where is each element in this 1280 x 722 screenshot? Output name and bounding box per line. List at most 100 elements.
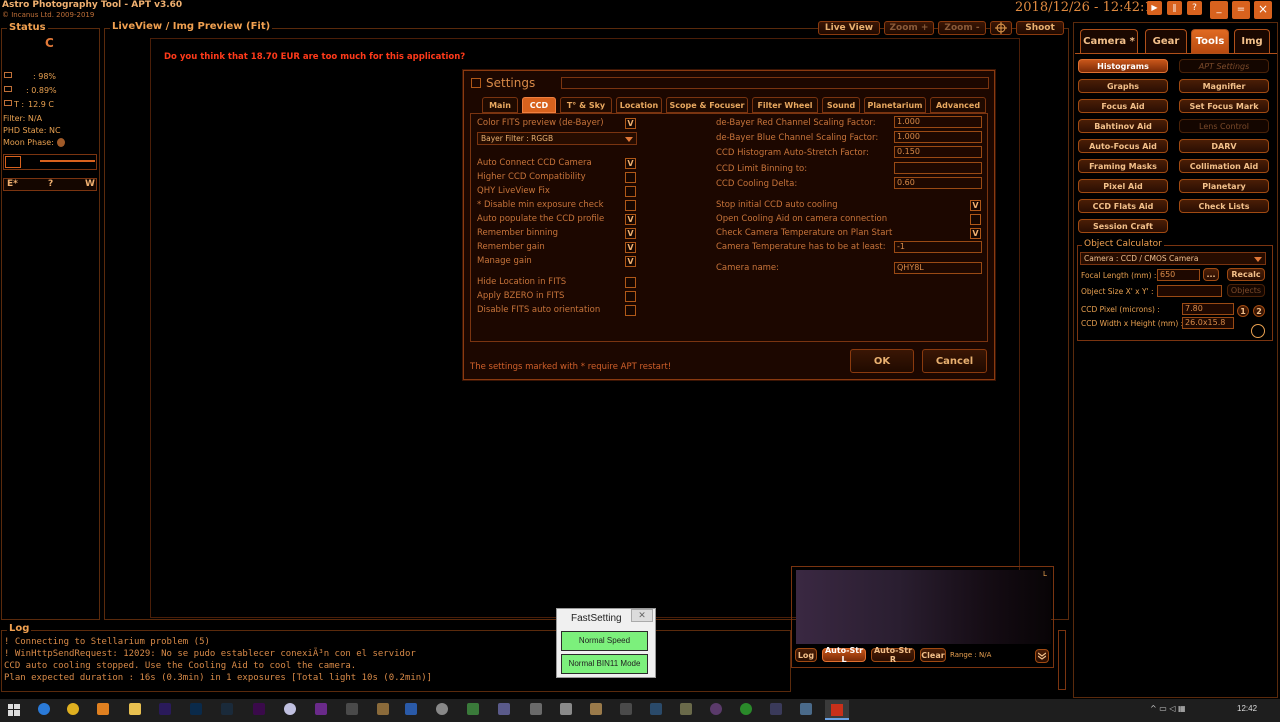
auto-connect-checkbox[interactable]: V [625,158,636,169]
app-icon[interactable] [284,703,296,715]
help-icon[interactable]: ? [1187,1,1202,15]
restore-button[interactable]: = [1232,1,1250,19]
blue-scale-input[interactable]: 1.000 [894,131,982,143]
open-cooling-checkbox[interactable] [970,214,981,225]
temp-least-input[interactable]: -1 [894,241,982,253]
crosshair-icon[interactable] [990,21,1012,35]
app-icon[interactable] [315,703,327,715]
auto-stretch-l-button[interactable]: Auto-Str L [822,646,866,664]
red-scale-input[interactable]: 1.000 [894,116,982,128]
after-effects-icon[interactable] [159,703,171,715]
ccd-pixel-input[interactable]: 7.80 [1182,303,1234,315]
bayer-filter-select[interactable]: Bayer Filter : RGGB [477,132,637,145]
pause-icon[interactable]: ‖ [1167,1,1182,15]
lightroom-icon[interactable] [221,703,233,715]
app-icon[interactable] [770,703,782,715]
minimize-button[interactable]: _ [1210,1,1228,19]
framing-masks-button[interactable]: Framing Masks [1078,159,1168,173]
app-icon[interactable] [377,703,389,715]
fastsetting-close-button[interactable]: ✕ [631,609,653,622]
focal-length-input[interactable]: 650 [1157,269,1200,281]
apt-taskbar-icon[interactable] [825,700,849,720]
check-temp-checkbox[interactable]: V [970,228,981,239]
tab-scope-focuser[interactable]: Scope & Focuser [666,97,748,113]
folder-icon[interactable] [129,703,141,715]
windows-start-icon[interactable] [8,704,20,716]
hide-location-checkbox[interactable] [625,277,636,288]
check-lists-button[interactable]: Check Lists [1179,199,1269,213]
tab-camera[interactable]: Camera * [1080,29,1138,53]
auto-stretch-r-button[interactable]: Auto-Str R [871,646,915,664]
app-icon[interactable] [620,703,632,715]
tab-ccd[interactable]: CCD [522,97,556,113]
ok-button[interactable]: OK [850,349,914,373]
objects-button[interactable]: Objects [1227,284,1265,297]
limit-binning-input[interactable] [894,162,982,174]
shoot-button[interactable]: Shoot [1016,21,1064,35]
app-icon[interactable] [650,703,662,715]
zoom-out-button[interactable]: Zoom - [938,21,986,35]
app-icon[interactable] [405,703,417,715]
set-focus-mark-button[interactable]: Set Focus Mark [1179,99,1269,113]
tab-sound[interactable]: Sound [822,97,860,113]
recalc-button[interactable]: Recalc [1227,268,1265,281]
remember-binning-checkbox[interactable]: V [625,228,636,239]
darv-button[interactable]: DARV [1179,139,1269,153]
log-scale-button[interactable]: Log [795,648,817,662]
tab-advanced[interactable]: Advanced [930,97,986,113]
clear-button[interactable]: Clear [920,648,946,662]
app-icon[interactable] [590,703,602,715]
app-icon[interactable] [530,703,542,715]
tab-planetarium[interactable]: Planetarium [864,97,926,113]
chevron-down-icon[interactable] [1035,649,1049,663]
object-size-input[interactable] [1157,285,1222,297]
zoom-in-button[interactable]: Zoom + [884,21,934,35]
app-icon[interactable] [498,703,510,715]
apply-bzero-checkbox[interactable] [625,291,636,302]
app-icon[interactable] [560,703,572,715]
stretch-input[interactable]: 0.150 [894,146,982,158]
disable-min-checkbox[interactable] [625,200,636,211]
cooling-delta-input[interactable]: 0.60 [894,177,982,189]
bahtinov-aid-button[interactable]: Bahtinov Aid [1078,119,1168,133]
camera-type-select[interactable]: Camera : CCD / CMOS Camera [1080,252,1266,265]
disable-orient-checkbox[interactable] [625,305,636,316]
session-craft-button[interactable]: Session Craft [1078,219,1168,233]
auto-focus-aid-button[interactable]: Auto-Focus Aid [1078,139,1168,153]
app-icon[interactable] [740,703,752,715]
normal-bin-mode-button[interactable]: Normal BIN11 Mode [561,654,648,674]
chrome-icon[interactable] [67,703,79,715]
media-player-icon[interactable] [97,703,109,715]
app-icon[interactable] [710,703,722,715]
preset-1-button[interactable]: 1 [1237,305,1249,317]
collimation-aid-button[interactable]: Collimation Aid [1179,159,1269,173]
close-button[interactable]: × [1254,1,1272,19]
stop-cooling-checkbox[interactable]: V [970,200,981,211]
tab-main[interactable]: Main [482,97,518,113]
magnifier-button[interactable]: Magnifier [1179,79,1269,93]
preset-2-button[interactable]: 2 [1253,305,1265,317]
auto-populate-checkbox[interactable]: V [625,214,636,225]
qhy-fix-checkbox[interactable] [625,186,636,197]
live-view-button[interactable]: Live View [818,21,880,35]
planetary-button[interactable]: Planetary [1179,179,1269,193]
histogram-scrollbar[interactable] [1058,630,1066,690]
settings-title-checkbox[interactable] [471,78,481,88]
graphs-button[interactable]: Graphs [1078,79,1168,93]
camera-name-input[interactable]: QHY8L [894,262,982,274]
photoshop-icon[interactable] [190,703,202,715]
edge-icon[interactable] [38,703,50,715]
manage-gain-checkbox[interactable]: V [625,256,636,267]
histograms-button[interactable]: Histograms [1078,59,1168,73]
app-icon[interactable] [680,703,692,715]
lens-control-button[interactable]: Lens Control [1179,119,1269,133]
app-icon[interactable] [346,703,358,715]
app-icon[interactable] [467,703,479,715]
higher-compat-checkbox[interactable] [625,172,636,183]
apt-settings-button[interactable]: APT Settings [1179,59,1269,73]
tab-gear[interactable]: Gear [1145,29,1187,53]
app-icon[interactable] [436,703,448,715]
color-fits-checkbox[interactable]: V [625,118,636,129]
tab-temp-sky[interactable]: T° & Sky [560,97,612,113]
play-icon[interactable]: ▶ [1147,1,1162,15]
